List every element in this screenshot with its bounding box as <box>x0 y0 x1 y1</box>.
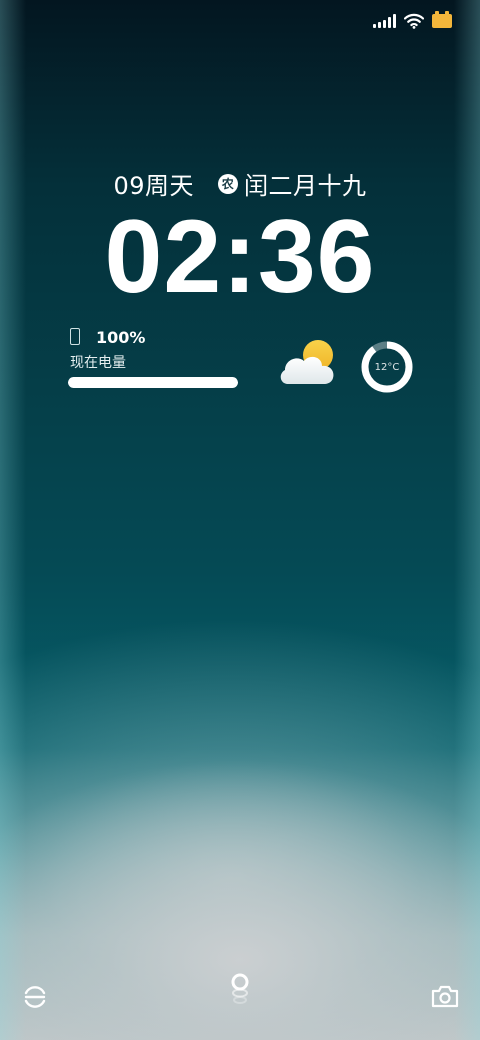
status-bar <box>373 10 452 32</box>
battery-label: 现在电量 <box>70 355 126 371</box>
lunar-date: 闰二月十九 <box>244 172 367 200</box>
smart-assistant-icon[interactable] <box>22 984 48 1010</box>
lunar-badge-icon: 农 <box>218 173 239 194</box>
screen-edge-glow-left <box>0 0 26 1040</box>
phone-icon <box>70 328 80 345</box>
battery-status-icon <box>432 11 452 28</box>
unlock-indicator-icon[interactable] <box>228 970 252 1010</box>
cellular-signal-icon <box>373 14 396 28</box>
battery-level-fill <box>68 377 238 388</box>
camera-icon[interactable] <box>430 983 460 1009</box>
battery-percent: 100% <box>96 328 146 347</box>
wifi-icon <box>404 13 424 29</box>
battery-widget[interactable]: 100% 现在电量 <box>68 326 238 388</box>
temperature-value: 12°C <box>374 361 400 373</box>
date-weekday: 09周天 <box>113 172 195 200</box>
partly-cloudy-icon[interactable] <box>278 338 336 390</box>
battery-level-bar <box>68 377 238 388</box>
screen-edge-glow-right <box>454 0 480 1040</box>
date-row: 09周天 农 闰二月十九 <box>0 166 480 201</box>
lockscreen-clock: 02:36 <box>104 199 376 315</box>
